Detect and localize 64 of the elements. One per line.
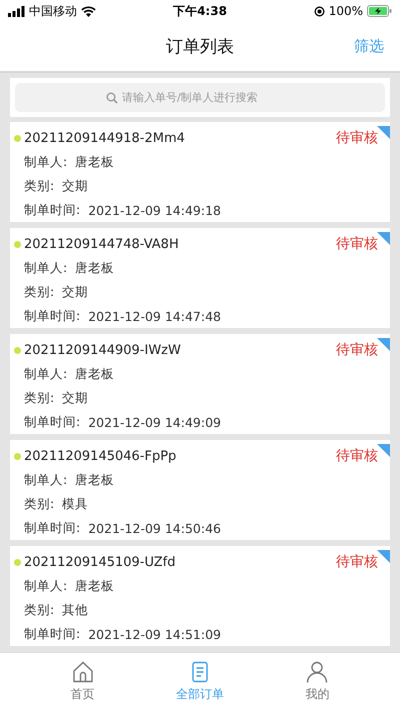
order-number: 20211209144918-2Mm4	[24, 130, 186, 146]
time-value: 2021-12-09 14:47:48	[88, 308, 221, 324]
order-status: 待审核	[336, 129, 378, 147]
order-number: 20211209145109-UZfd	[24, 554, 177, 570]
order-card[interactable]: 20211209145109-UZfd 待审核 制单人: 唐老板 类别: 其他 制单时间: 2021-12-09 14:51:09	[10, 546, 390, 646]
field-label: 制单时间:	[24, 308, 80, 324]
creator-value: 唐老板	[75, 578, 114, 594]
creator-value: 唐老板	[75, 472, 114, 488]
time-value: 2021-12-09 14:49:18	[88, 202, 221, 218]
field-label: 类别:	[24, 390, 54, 406]
field-label: 制单时间:	[24, 520, 80, 536]
order-status: 待审核	[336, 235, 378, 253]
creator-value: 唐老板	[75, 366, 114, 382]
battery-icon	[367, 5, 392, 17]
signal-icon	[8, 6, 25, 16]
field-label: 制单人:	[24, 472, 68, 488]
type-value: 交期	[62, 390, 88, 406]
corner-flag-icon	[377, 338, 390, 351]
search-field[interactable]: 请输入单号/制单人进行搜索	[122, 91, 294, 104]
tab-item[interactable]: 首页	[64, 653, 101, 710]
corner-flag-icon	[377, 232, 390, 245]
type-value: 交期	[62, 284, 88, 300]
order-status: 待审核	[336, 447, 378, 465]
field-label: 类别:	[24, 284, 54, 300]
order-status: 待审核	[336, 553, 378, 571]
order-number: 20211209144909-IWzW	[24, 342, 182, 358]
type-value: 交期	[62, 178, 88, 194]
person-icon	[305, 660, 330, 684]
order-status: 待审核	[336, 341, 378, 359]
field-label: 类别:	[24, 496, 54, 512]
tab-item[interactable]: 我的	[299, 653, 336, 710]
corner-flag-icon	[377, 126, 390, 139]
order-number: 20211209145046-FpPp	[24, 448, 178, 464]
field-label: 制单时间:	[24, 626, 80, 642]
creator-value: 唐老板	[75, 154, 114, 170]
corner-flag-icon	[377, 550, 390, 563]
type-value: 其他	[62, 602, 88, 618]
order-card[interactable]: 20211209144909-IWzW 待审核 制单人: 唐老板 类别: 交期 制单时间: 2021-12-09 14:49:09	[10, 334, 390, 434]
field-label: 制单人:	[24, 260, 68, 276]
time-value: 2021-12-09 14:51:09	[88, 626, 221, 642]
order-number: 20211209144748-VA8H	[24, 236, 180, 252]
field-label: 类别:	[24, 602, 54, 618]
order-card[interactable]: 20211209144748-VA8H 待审核 制单人: 唐老板 类别: 交期 制单时间: 2021-12-09 14:47:48	[10, 228, 390, 328]
time-value: 2021-12-09 14:50:46	[88, 520, 221, 536]
search-icon	[106, 92, 118, 104]
wifi-icon	[81, 6, 96, 16]
battery-percent: 100%	[328, 4, 363, 18]
field-label: 制单人:	[24, 154, 68, 170]
time-value: 2021-12-09 14:49:09	[88, 414, 221, 430]
corner-flag-icon	[377, 444, 390, 457]
field-label: 制单时间:	[24, 202, 80, 218]
order-card[interactable]: 20211209144918-2Mm4 待审核 制单人: 唐老板 类别: 交期 制单时间: 2021-12-09 14:49:18	[10, 122, 390, 222]
carrier-name: 中国移动	[29, 2, 77, 20]
rotation-lock-icon	[314, 6, 325, 16]
page-title: 订单列表	[166, 36, 234, 58]
field-label: 制单人:	[24, 578, 68, 594]
field-label: 制单人:	[24, 366, 68, 382]
field-label: 类别:	[24, 178, 54, 194]
field-label: 制单时间:	[24, 414, 80, 430]
creator-value: 唐老板	[75, 260, 114, 276]
status-time: 下午4:38	[173, 2, 227, 20]
type-value: 模具	[62, 496, 88, 512]
home-icon	[70, 660, 95, 684]
order-card[interactable]: 20211209145046-FpPp 待审核 制单人: 唐老板 类别: 模具 制单时间: 2021-12-09 14:50:46	[10, 440, 390, 540]
